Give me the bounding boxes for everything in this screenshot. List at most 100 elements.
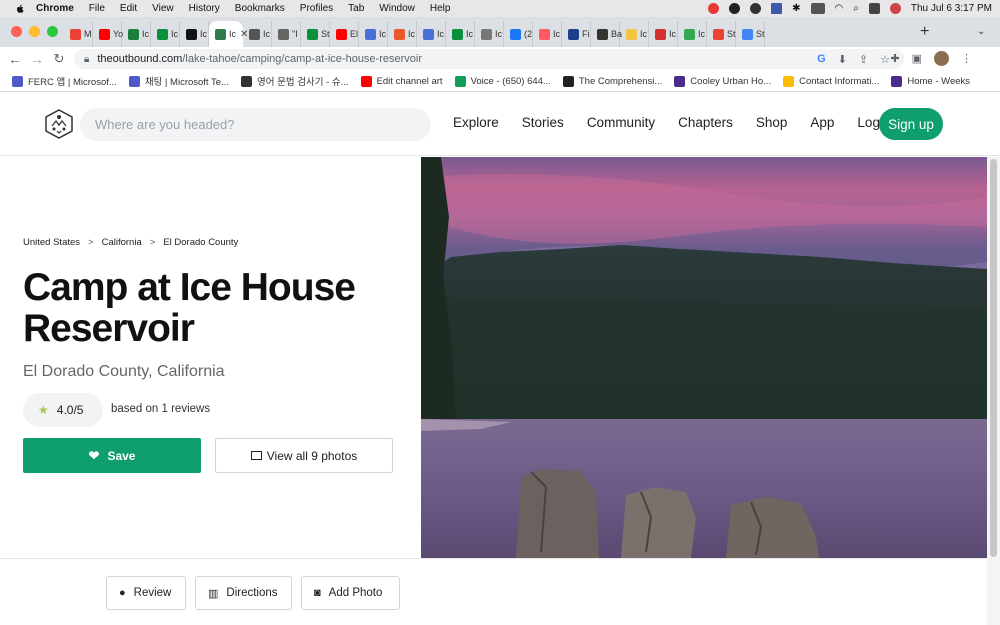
directions-button[interactable]: ▥ Directions: [195, 576, 292, 610]
browser-tab[interactable]: Ic: [243, 21, 272, 47]
nav-explore[interactable]: Explore: [453, 115, 499, 130]
spotlight-icon[interactable]: ⌕: [853, 3, 859, 14]
google-icon[interactable]: G: [817, 53, 826, 66]
bluetooth-icon[interactable]: ✱: [792, 3, 800, 14]
browser-tab[interactable]: Ba: [591, 21, 622, 47]
menu-history[interactable]: History: [189, 3, 220, 14]
browser-tab[interactable]: (2: [504, 21, 533, 47]
browser-tab[interactable]: M: [64, 21, 93, 47]
flag-icon[interactable]: [771, 3, 783, 14]
menu-help[interactable]: Help: [430, 3, 451, 14]
nav-community[interactable]: Community: [587, 115, 655, 130]
browser-tab[interactable]: Ic: [533, 21, 562, 47]
tab-strip: M Yo Ic Ic Ic Ic ✕ Ic "I St El Ic Ic Ic Ic Ic (2 Ic Fi Ba Ic…: [64, 21, 765, 47]
status-m-icon[interactable]: [750, 3, 762, 14]
signup-button[interactable]: Sign up: [879, 108, 943, 140]
status-app-icon[interactable]: [889, 3, 901, 14]
bookmark-item[interactable]: 채팅 | Microsoft Te...: [128, 74, 229, 88]
bookmark-item[interactable]: Cooley Urban Ho...: [674, 75, 771, 87]
browser-tab[interactable]: Ic: [359, 21, 388, 47]
bookmark-item[interactable]: Home - Weeks: [891, 75, 970, 87]
review-button[interactable]: ● Review: [106, 576, 186, 610]
lock-icon[interactable]: 🔒︎: [84, 54, 89, 65]
hero-photo[interactable]: [421, 157, 987, 558]
browser-tab[interactable]: Ic: [151, 21, 180, 47]
bookmark-item[interactable]: The Comprehensi...: [562, 75, 662, 87]
bookmark-item[interactable]: FERC 앱 | Microsof...: [12, 74, 117, 88]
browser-tab[interactable]: Ic: [417, 21, 446, 47]
browser-tab[interactable]: Fi: [562, 21, 591, 47]
chevron-down-icon[interactable]: ⌄: [977, 26, 985, 37]
wifi-icon[interactable]: ◠: [835, 3, 844, 14]
menu-profiles[interactable]: Profiles: [300, 3, 333, 14]
close-window-button[interactable]: [11, 26, 22, 37]
back-icon[interactable]: ←: [4, 51, 26, 67]
search-input[interactable]: [80, 108, 431, 141]
status-app-icon[interactable]: [729, 3, 741, 14]
browser-tab[interactable]: Ic ✕: [209, 21, 248, 47]
status-app-icon[interactable]: [708, 3, 720, 14]
tab-label: Ic: [263, 29, 271, 39]
url-text[interactable]: theoutbound.com/lake-tahoe/camping/camp-…: [97, 53, 422, 65]
new-tab-icon[interactable]: +: [920, 23, 929, 41]
bookmark-star-icon[interactable]: ☆: [880, 53, 890, 66]
page-scrollbar[interactable]: [987, 157, 1000, 625]
browser-tab[interactable]: "I: [272, 21, 301, 47]
browser-tab[interactable]: El: [330, 21, 359, 47]
tab-label: Ic: [408, 29, 416, 39]
browser-tab[interactable]: St: [301, 21, 330, 47]
browser-tab[interactable]: Ic: [620, 21, 649, 47]
clock-text[interactable]: Thu Jul 6 3:17 PM: [911, 3, 992, 14]
address-bar[interactable]: 🔒︎ theoutbound.com/lake-tahoe/camping/ca…: [74, 49, 904, 69]
menu-view[interactable]: View: [152, 3, 174, 14]
breadcrumb-country[interactable]: United States: [23, 237, 80, 248]
scrollbar-thumb[interactable]: [990, 159, 997, 557]
save-button[interactable]: ❤ Save: [23, 438, 201, 473]
battery-icon[interactable]: [810, 3, 825, 14]
menu-tab[interactable]: Tab: [348, 3, 364, 14]
browser-tab[interactable]: Ic: [180, 21, 209, 47]
minimize-window-button[interactable]: [29, 26, 40, 37]
reload-icon[interactable]: ↻: [48, 51, 70, 67]
browser-tab[interactable]: St: [707, 21, 736, 47]
profile-avatar[interactable]: [934, 51, 949, 66]
browser-tab[interactable]: St: [736, 21, 765, 47]
nav-stories[interactable]: Stories: [522, 115, 564, 130]
browser-tab[interactable]: Ic: [388, 21, 417, 47]
map-icon: ▥: [208, 587, 219, 600]
menu-file[interactable]: File: [89, 3, 105, 14]
browser-tab[interactable]: Ic: [446, 21, 475, 47]
extensions-icon[interactable]: ✚: [890, 52, 899, 65]
browser-tab[interactable]: Ic: [475, 21, 504, 47]
outbound-logo-icon[interactable]: [44, 109, 74, 139]
menu-bookmarks[interactable]: Bookmarks: [235, 3, 285, 14]
menu-window[interactable]: Window: [379, 3, 415, 14]
view-photos-button[interactable]: View all 9 photos: [215, 438, 393, 473]
breadcrumb-county[interactable]: El Dorado County: [163, 237, 238, 248]
bookmark-item[interactable]: Edit channel art: [360, 75, 443, 87]
control-center-icon[interactable]: [868, 3, 880, 14]
more-menu-icon[interactable]: ⋮: [961, 52, 972, 65]
browser-tab[interactable]: Yo: [93, 21, 123, 47]
add-photo-button[interactable]: ◙ Add Photo: [301, 576, 400, 610]
nav-app[interactable]: App: [810, 115, 834, 130]
breadcrumb-state[interactable]: California: [102, 237, 142, 248]
share-icon[interactable]: ⇪: [859, 53, 868, 66]
tab-favicon-icon: [278, 28, 289, 40]
browser-tab[interactable]: Ic: [678, 21, 707, 47]
bookmark-item[interactable]: 영어 문법 검사기 - 슈...: [241, 74, 349, 88]
bookmark-item[interactable]: Voice - (650) 644...: [454, 75, 551, 87]
menu-edit[interactable]: Edit: [120, 3, 137, 14]
install-icon[interactable]: ⬇: [838, 53, 847, 66]
bookmark-item[interactable]: Contact Informati...: [783, 75, 879, 87]
nav-shop[interactable]: Shop: [756, 115, 788, 130]
heart-icon: ❤: [88, 447, 100, 463]
menu-app-name[interactable]: Chrome: [36, 3, 74, 14]
nav-chapters[interactable]: Chapters: [678, 115, 733, 130]
apple-icon[interactable]: [14, 3, 26, 15]
browser-tab[interactable]: Ic: [649, 21, 678, 47]
side-panel-icon[interactable]: ▣: [912, 52, 922, 65]
browser-tab[interactable]: Ic: [122, 21, 151, 47]
forward-icon[interactable]: →: [26, 51, 48, 67]
zoom-window-button[interactable]: [47, 26, 58, 37]
